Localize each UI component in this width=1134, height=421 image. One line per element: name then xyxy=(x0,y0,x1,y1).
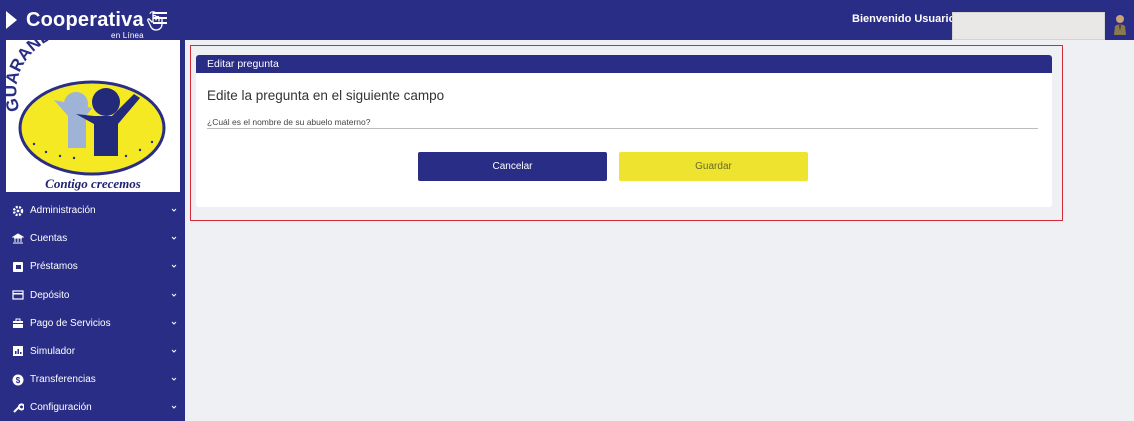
chevron-down-icon xyxy=(171,405,177,410)
play-arrow-icon xyxy=(6,11,17,29)
top-bar: Cooperativa en Línea Bienvenido Usuario: xyxy=(0,0,1134,40)
briefcase-icon xyxy=(13,318,23,329)
user-avatar-icon[interactable] xyxy=(1112,13,1128,35)
chart-icon xyxy=(13,346,23,357)
question-input[interactable]: ¿Cuál es el nombre de su abuelo materno? xyxy=(207,117,370,127)
gear-icon xyxy=(12,205,24,216)
wrench-icon xyxy=(13,403,24,413)
welcome-label: Bienvenido Usuario: xyxy=(852,13,959,25)
sidebar-item-label: Transferencias xyxy=(30,374,96,386)
cooperative-logo: GUARANDA Ltda. Contigo crecemos xyxy=(1,14,180,192)
brand-name: Cooperativa en Línea xyxy=(26,8,144,40)
svg-text:$: $ xyxy=(16,376,21,385)
sidebar-item-prestamos[interactable]: Préstamos xyxy=(6,253,184,281)
dollar-icon: $ xyxy=(12,374,24,386)
chevron-down-icon xyxy=(171,208,177,212)
wallet-icon xyxy=(13,261,23,272)
chevron-down-icon xyxy=(171,293,177,297)
sidebar-item-label: Administración xyxy=(30,205,96,216)
sidebar-item-label: Cuentas xyxy=(30,233,68,245)
sidebar-item-cuentas[interactable]: Cuentas xyxy=(6,225,184,253)
sidebar-item-label: Depósito xyxy=(30,289,70,301)
sidebar-item-configuracion[interactable]: Configuración xyxy=(6,394,184,421)
chevron-down-icon xyxy=(171,321,177,325)
sidebar-item-label: Préstamos xyxy=(30,261,78,273)
sidebar-item-administracion[interactable]: Administración xyxy=(6,197,184,224)
chevron-down-icon xyxy=(171,265,177,269)
guaranda-logo-graphic: GUARANDA Ltda. xyxy=(1,14,166,176)
sidebar-item-simulador[interactable]: Simulador xyxy=(6,337,184,365)
sidebar-menu: Administración Cuentas Préstamos Depósit… xyxy=(6,197,184,421)
sidebar-item-label: Configuración xyxy=(30,402,92,414)
brand-title: Cooperativa xyxy=(26,8,144,31)
edit-question-card: Editar pregunta Edite la pregunta en el … xyxy=(196,55,1052,207)
brand-subtitle: en Línea xyxy=(111,30,144,40)
sidebar-item-label: Pago de Servicios xyxy=(30,317,111,329)
card-icon xyxy=(12,290,24,300)
brand[interactable]: Cooperativa en Línea xyxy=(6,6,165,40)
cancel-button[interactable]: Cancelar xyxy=(418,152,607,181)
sidebar-item-deposito[interactable]: Depósito xyxy=(6,281,184,309)
user-name-field xyxy=(952,12,1105,40)
chevron-down-icon xyxy=(171,236,177,240)
sidebar-item-pago-servicios[interactable]: Pago de Servicios xyxy=(6,309,184,337)
bank-icon xyxy=(12,233,24,244)
card-header: Editar pregunta xyxy=(196,55,1052,73)
sidebar-item-transferencias[interactable]: $ Transferencias xyxy=(6,366,184,394)
logo-slogan: Contigo crecemos xyxy=(45,176,141,191)
save-button[interactable]: Guardar xyxy=(619,152,808,181)
card-title: Edite la pregunta en el siguiente campo xyxy=(207,88,445,103)
chevron-down-icon xyxy=(171,349,177,353)
chevron-down-icon xyxy=(171,377,177,381)
sidebar-item-label: Simulador xyxy=(30,345,76,357)
input-underline xyxy=(207,128,1038,129)
hamburger-menu-icon[interactable] xyxy=(153,12,167,26)
